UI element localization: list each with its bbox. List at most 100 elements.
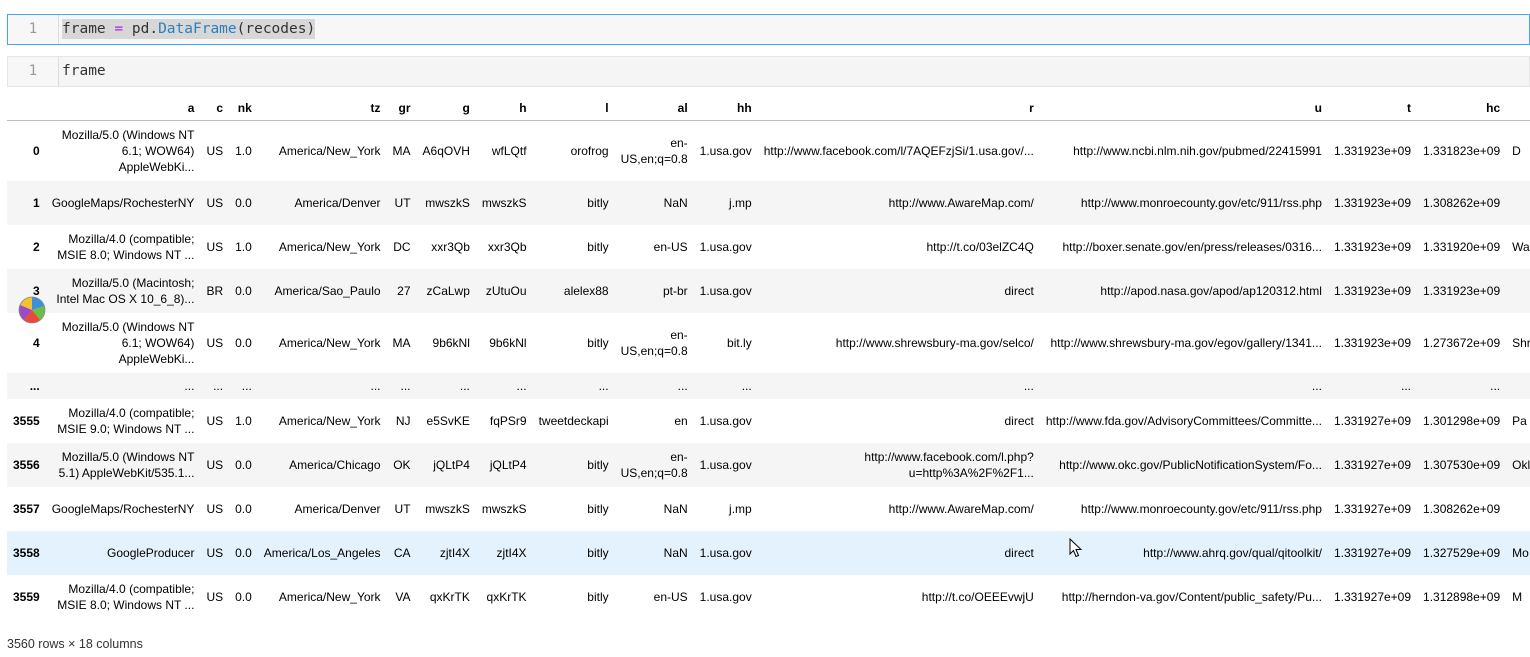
- column-header-a: a: [45, 96, 201, 121]
- cell-al: NaN: [663, 502, 688, 516]
- cell-tz: America/New_York: [278, 336, 381, 350]
- cell-r: http://www.AwareMap.com/: [888, 502, 1034, 516]
- cell-nk: 0.0: [235, 196, 252, 210]
- cell-g: mwszkS: [425, 196, 470, 210]
- cell-extra: [1506, 181, 1530, 225]
- cell-al: en-US: [653, 240, 688, 254]
- cell-a: Mozilla/5.0 (Windows NT 5.1) AppleWebKit…: [58, 450, 195, 480]
- cell-a: GoogleMaps/RochesterNY: [51, 502, 195, 516]
- cell-hc: 1.308262e+09: [1423, 502, 1501, 516]
- cell-h: ...: [516, 379, 527, 393]
- cell-c: ...: [213, 379, 224, 393]
- row-index: 3556: [13, 458, 40, 472]
- cell-g: jQLtP4: [433, 458, 470, 472]
- cell-c: US: [206, 336, 224, 350]
- cell-extra: M: [1512, 590, 1523, 604]
- cell-u: http://herndon-va.gov/Content/public_saf…: [1061, 590, 1322, 604]
- cell-a: Mozilla/4.0 (compatible; MSIE 9.0; Windo…: [57, 406, 195, 436]
- column-header-c: c: [200, 96, 230, 121]
- cell-a: Mozilla/4.0 (compatible; MSIE 8.0; Windo…: [57, 582, 195, 612]
- cell-r: direct: [1004, 414, 1034, 428]
- code-args: (recodes): [236, 21, 316, 37]
- column-header-al: al: [614, 96, 694, 121]
- cell-l: bitly: [587, 458, 609, 472]
- cell-g: A6qOVH: [422, 144, 470, 158]
- column-header-hc: hc: [1417, 96, 1507, 121]
- table-row: 0 Mozilla/5.0 (Windows NT 6.1; WOW64) App…: [7, 121, 1530, 182]
- cell-c: US: [206, 240, 224, 254]
- cell-hc: ...: [1490, 379, 1501, 393]
- row-index: 3559: [13, 590, 40, 604]
- cell-a: Mozilla/5.0 (Macintosh; Intel Mac OS X 1…: [56, 276, 195, 306]
- cell-r: http://t.co/OEEEvwjU: [921, 590, 1034, 604]
- cell-t: 1.331923e+09: [1333, 196, 1412, 210]
- cell-h: fqPSr9: [489, 414, 527, 428]
- line-number: 1: [8, 15, 59, 44]
- cell-r: http://www.shrewsbury-ma.gov/selco/: [835, 336, 1034, 350]
- cell-t: 1.331923e+09: [1333, 336, 1412, 350]
- cell-extra: D: [1512, 144, 1521, 158]
- cell-hc: 1.312898e+09: [1423, 590, 1501, 604]
- cell-hh: 1.usa.gov: [699, 144, 752, 158]
- cell-c: US: [206, 414, 224, 428]
- cell-l: bitly: [587, 196, 609, 210]
- cell-u: http://www.okc.gov/PublicNotificationSys…: [1059, 458, 1322, 472]
- cell-extra: Shrev: [1512, 336, 1530, 350]
- dataframe-table: a c nk tz gr g h l al hh r u t hc 0 Mozilla/5.0 (Windo…: [7, 96, 1530, 619]
- code-cell-1[interactable]: 1 frame = pd.DataFrame(recodes): [7, 14, 1530, 45]
- cell-gr: OK: [393, 458, 411, 472]
- cell-t: 1.331923e+09: [1333, 284, 1412, 298]
- code-operator: =: [114, 21, 124, 37]
- column-header-r: r: [757, 96, 1040, 121]
- cell-tz: America/Denver: [294, 196, 381, 210]
- cell-gr: CA: [393, 546, 411, 560]
- header-row: a c nk tz gr g h l al hh r u t hc: [7, 96, 1530, 121]
- cell-g: mwszkS: [425, 502, 470, 516]
- cell-hc: 1.331823e+09: [1423, 144, 1501, 158]
- code-cell-2[interactable]: 1 frame: [7, 56, 1530, 87]
- cell-nk: ...: [241, 379, 252, 393]
- cell-al: en-US,en;q=0.8: [620, 136, 688, 166]
- cell-al: en-US: [653, 590, 688, 604]
- cell-r: http://www.AwareMap.com/: [888, 196, 1034, 210]
- cell-l: bitly: [587, 546, 609, 560]
- cell-nk: 0.0: [235, 284, 252, 298]
- table-row: 3556 Mozilla/5.0 (Windows NT 5.1) AppleWe…: [7, 443, 1530, 487]
- cell-a: GoogleProducer: [107, 546, 195, 560]
- table-row: 2 Mozilla/4.0 (compatible; MSIE 8.0; Wind…: [7, 225, 1530, 269]
- cell-u: http://www.shrewsbury-ma.gov/egov/galler…: [1050, 336, 1322, 350]
- cell-hh: 1.usa.gov: [699, 284, 752, 298]
- cell-u: ...: [1311, 379, 1322, 393]
- mouse-cursor-icon: [1069, 538, 1083, 558]
- cell-g: ...: [459, 379, 470, 393]
- cell-t: 1.331927e+09: [1333, 502, 1412, 516]
- cell-h: zUtuOu: [485, 284, 527, 298]
- cell-a: Mozilla/5.0 (Windows NT 6.1; WOW64) Appl…: [61, 320, 195, 366]
- cell-extra: Wash: [1512, 240, 1530, 254]
- cell-hh: 1.usa.gov: [699, 590, 752, 604]
- code-editor[interactable]: frame = pd.DataFrame(recodes): [62, 15, 316, 44]
- table-row: 3559 Mozilla/4.0 (compatible; MSIE 8.0; W…: [7, 575, 1530, 619]
- cell-extra: [1506, 487, 1530, 531]
- code-function: DataFrame: [158, 21, 237, 37]
- cell-g: zCaLwp: [426, 284, 470, 298]
- cell-u: http://www.ahrq.gov/qual/qitoolkit/: [1143, 546, 1322, 560]
- cell-tz: America/Denver: [294, 502, 381, 516]
- cell-hc: 1.331920e+09: [1423, 240, 1501, 254]
- cell-h: qxKrTK: [486, 590, 527, 604]
- line-number: 1: [8, 57, 59, 86]
- cell-h: mwszkS: [481, 196, 527, 210]
- cell-a: ...: [184, 379, 195, 393]
- cell-t: 1.331927e+09: [1333, 414, 1412, 428]
- code-module: pd.: [131, 21, 159, 37]
- cell-nk: 0.0: [235, 546, 252, 560]
- cell-hh: 1.usa.gov: [699, 414, 752, 428]
- code-editor[interactable]: frame: [62, 57, 106, 86]
- cell-al: pt-br: [662, 284, 688, 298]
- table-row: 3 Mozilla/5.0 (Macintosh; Intel Mac OS X …: [7, 269, 1530, 313]
- table-row: 1 GoogleMaps/RochesterNY US 0.0 America/Denv…: [7, 181, 1530, 225]
- cell-l: ...: [598, 379, 609, 393]
- cell-u: http://www.monroecounty.gov/etc/911/rss.…: [1080, 196, 1322, 210]
- cell-gr: DC: [393, 240, 411, 254]
- cell-extra: Mo: [1512, 546, 1529, 560]
